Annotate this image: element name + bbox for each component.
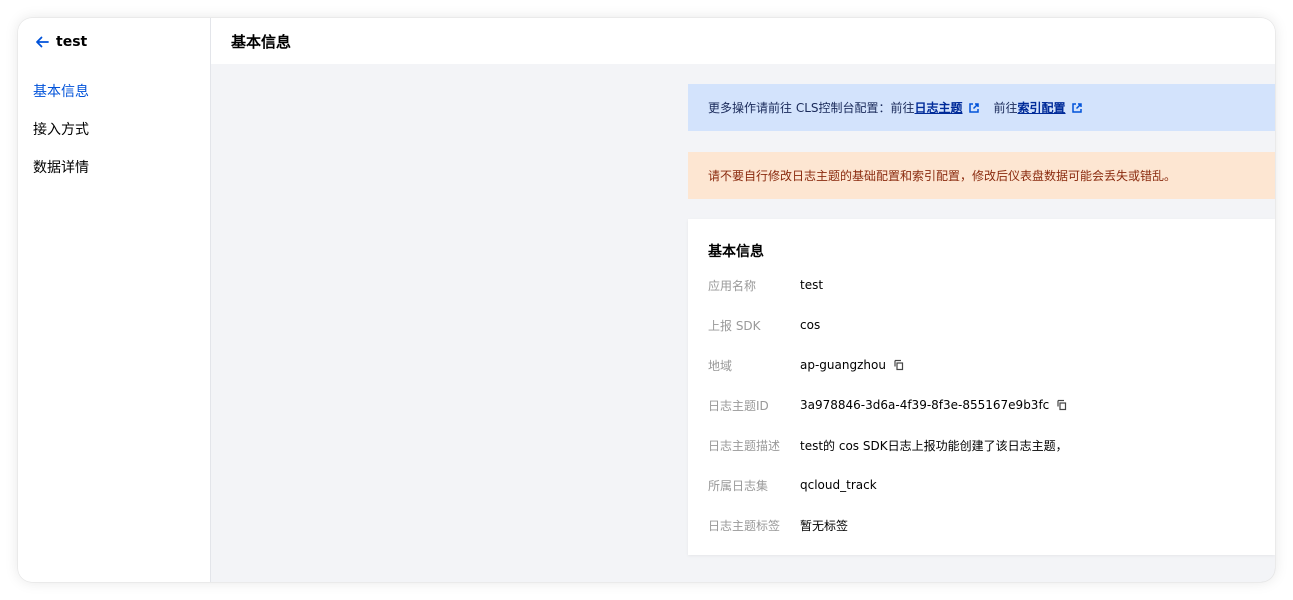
value-text: test bbox=[800, 278, 824, 292]
value-text: ap-guangzhou bbox=[800, 358, 886, 372]
info-alert-text-2: 前往 bbox=[993, 101, 1018, 115]
basic-info-card: 基本信息 应用名称 test 上报 SDK cos 地域 ap-guangzho… bbox=[688, 219, 1275, 555]
row-label: 日志主题ID bbox=[708, 398, 769, 413]
warning-alert: 请不要自行修改日志主题的基础配置和索引配置，修改后仪表盘数据可能会丢失或错乱。 bbox=[688, 152, 1275, 199]
info-row-app-name: 应用名称 test bbox=[708, 265, 1068, 305]
row-label: 所属日志集 bbox=[708, 478, 769, 493]
value-text: cos bbox=[800, 318, 821, 332]
log-topic-link[interactable]: 日志主题 bbox=[915, 99, 963, 116]
top-bar: 基本信息 bbox=[211, 18, 1275, 64]
external-link-icon[interactable] bbox=[1071, 102, 1083, 114]
row-value: cos bbox=[800, 318, 820, 332]
value-text: 3a978846-3d6a-4f39-8f3e-855167e9b3fc bbox=[800, 398, 1050, 412]
copy-icon[interactable] bbox=[892, 359, 904, 371]
sidebar-title: test bbox=[56, 34, 88, 50]
arrow-left-icon[interactable] bbox=[34, 34, 50, 50]
row-value: test bbox=[800, 278, 823, 292]
value-text: qcloud_track bbox=[800, 478, 877, 492]
main-content: 更多操作请前往 CLS控制台配置：前往 日志主题 前往 索引配置 请不要自行修改… bbox=[211, 64, 1275, 582]
info-alert: 更多操作请前往 CLS控制台配置：前往 日志主题 前往 索引配置 bbox=[688, 84, 1275, 131]
sidebar-item-basic-info[interactable]: 基本信息 bbox=[18, 80, 210, 118]
warning-alert-text: 请不要自行修改日志主题的基础配置和索引配置，修改后仪表盘数据可能会丢失或错乱。 bbox=[708, 169, 1177, 183]
sidebar-nav: 基本信息 接入方式 数据详情 bbox=[18, 80, 210, 194]
copy-icon[interactable] bbox=[1055, 399, 1067, 411]
info-rows: 应用名称 test 上报 SDK cos 地域 ap-guangzhou 日志主… bbox=[708, 265, 1068, 545]
page-title: 基本信息 bbox=[231, 33, 292, 51]
sidebar-item-access-method[interactable]: 接入方式 bbox=[18, 118, 210, 156]
card-title: 基本信息 bbox=[708, 244, 764, 260]
row-label: 日志主题标签 bbox=[708, 518, 781, 533]
row-label: 日志主题描述 bbox=[708, 438, 781, 453]
row-label: 应用名称 bbox=[708, 278, 757, 293]
row-label: 地域 bbox=[708, 358, 733, 373]
info-row-logset: 所属日志集 qcloud_track bbox=[708, 465, 1068, 505]
index-config-link[interactable]: 索引配置 bbox=[1018, 99, 1066, 116]
info-row-log-topic-id: 日志主题ID 3a978846-3d6a-4f39-8f3e-855167e9b… bbox=[708, 385, 1068, 425]
sidebar-item-data-details[interactable]: 数据详情 bbox=[18, 156, 210, 194]
value-text: test的 cos SDK日志上报功能创建了该日志主题， bbox=[800, 438, 1068, 453]
sidebar-header: test bbox=[34, 32, 87, 52]
app-window: test 基本信息 接入方式 数据详情 基本信息 更多操作请前往 CLS控制台配… bbox=[18, 18, 1275, 582]
external-link-icon[interactable] bbox=[968, 102, 980, 114]
row-value: qcloud_track bbox=[800, 478, 877, 492]
sidebar: test 基本信息 接入方式 数据详情 bbox=[18, 18, 211, 582]
info-alert-text: 更多操作请前往 CLS控制台配置：前往 bbox=[708, 101, 915, 115]
row-value: ap-guangzhou bbox=[800, 358, 904, 372]
row-value: 3a978846-3d6a-4f39-8f3e-855167e9b3fc bbox=[800, 398, 1067, 412]
row-label: 上报 SDK bbox=[708, 318, 761, 333]
info-row-log-topic-desc: 日志主题描述 test的 cos SDK日志上报功能创建了该日志主题， bbox=[708, 425, 1068, 465]
info-row-region: 地域 ap-guangzhou bbox=[708, 345, 1068, 385]
info-row-log-topic-tags: 日志主题标签 暂无标签 bbox=[708, 505, 1068, 545]
row-value: 暂无标签 bbox=[800, 517, 848, 534]
info-row-sdk: 上报 SDK cos bbox=[708, 305, 1068, 345]
value-text: 暂无标签 bbox=[800, 518, 849, 533]
row-value: test的 cos SDK日志上报功能创建了该日志主题， bbox=[800, 437, 1068, 454]
